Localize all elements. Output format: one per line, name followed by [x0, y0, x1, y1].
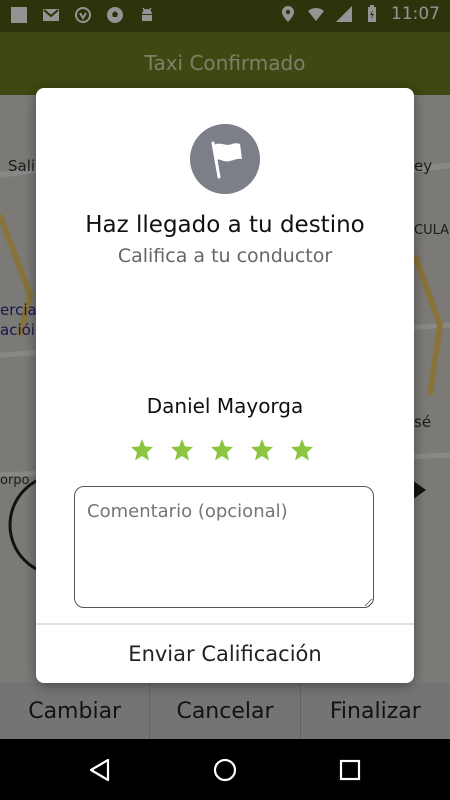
dialog-title: Haz llegado a tu destino [85, 212, 365, 238]
recents-icon[interactable] [338, 758, 362, 782]
star-icon[interactable] [130, 438, 154, 462]
back-icon[interactable] [88, 758, 112, 782]
navigation-bar [0, 740, 450, 800]
submit-rating-button[interactable]: Enviar Calificación [36, 625, 414, 683]
flag-badge [190, 124, 260, 194]
star-icon[interactable] [210, 438, 234, 462]
driver-name: Daniel Mayorga [146, 394, 304, 418]
home-icon[interactable] [213, 758, 237, 782]
star-icon[interactable] [170, 438, 194, 462]
star-icon[interactable] [250, 438, 274, 462]
comment-field[interactable] [74, 486, 374, 608]
dialog-subtitle: Califica a tu conductor [117, 245, 333, 267]
rating-dialog: Haz llegado a tu destino Califica a tu c… [36, 88, 414, 683]
star-icon[interactable] [290, 438, 314, 462]
flag-icon [211, 141, 242, 179]
star-rating [130, 438, 314, 462]
